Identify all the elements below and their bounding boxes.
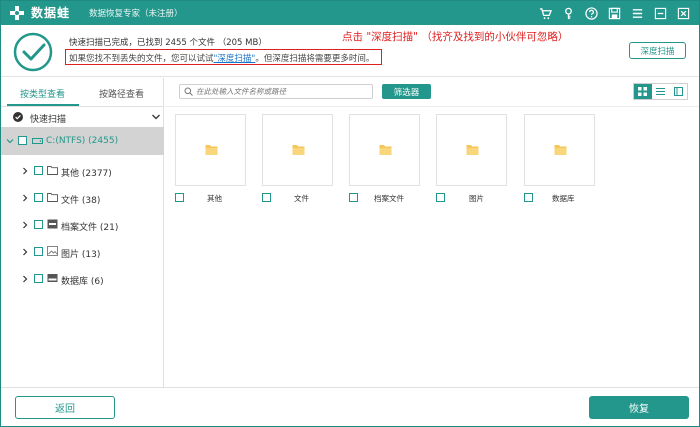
drive-row-c[interactable]: C:(NTFS) (2455) — [1, 127, 164, 155]
divider — [165, 106, 699, 107]
folder-icon — [47, 193, 58, 202]
view-tabs: 按类型查看 按路径查看 — [1, 78, 164, 106]
image-icon — [47, 246, 58, 256]
hint-prefix: 如果您找不到丢失的文件，您可以试试 — [69, 54, 214, 64]
list-view-icon[interactable] — [652, 84, 670, 99]
recover-button[interactable]: 恢复 — [589, 396, 689, 419]
main-panel: 筛选器 其他 文件 档案文件 — [165, 78, 699, 387]
tree-item-other[interactable]: 其他 (2377) — [1, 161, 164, 181]
tree-item-documents[interactable]: 文件 (38) — [1, 188, 164, 208]
file-card-label: 档案文件 — [374, 194, 404, 203]
minimize-icon[interactable] — [650, 3, 670, 23]
folder-icon — [379, 145, 392, 155]
quick-scan-label: 快速扫描 — [30, 115, 67, 125]
file-card-database[interactable] — [524, 114, 595, 186]
chevron-right-icon[interactable] — [21, 248, 29, 256]
footer-bar: 返回 恢复 — [1, 387, 699, 426]
chevron-right-icon[interactable] — [21, 221, 29, 229]
chevron-down-icon[interactable] — [151, 112, 161, 122]
detail-view-icon[interactable] — [669, 84, 687, 99]
chevron-right-icon[interactable] — [21, 194, 29, 202]
app-logo-icon — [10, 6, 24, 20]
filter-button[interactable]: 筛选器 — [382, 84, 431, 99]
check-circle-icon — [13, 112, 23, 122]
drive-label: C:(NTFS) (2455) — [46, 136, 119, 146]
back-button[interactable]: 返回 — [15, 396, 115, 419]
file-card-label: 图片 — [469, 194, 484, 203]
file-card-other[interactable] — [175, 114, 246, 186]
file-card-checkbox[interactable] — [175, 193, 184, 202]
file-card-label: 其他 — [207, 194, 222, 203]
file-card-label: 文件 — [294, 194, 309, 203]
tree-item-images[interactable]: 图片 (13) — [1, 242, 164, 262]
folder-icon — [466, 145, 479, 155]
cart-icon[interactable] — [535, 3, 555, 23]
scan-complete-check-icon — [13, 32, 53, 72]
title-bar: 数据蛙 数据恢复专家（未注册） — [1, 1, 699, 25]
database-icon — [47, 274, 58, 282]
file-card-documents[interactable] — [262, 114, 333, 186]
close-icon[interactable] — [673, 3, 693, 23]
search-input[interactable] — [196, 85, 371, 98]
title-icons — [532, 3, 693, 23]
folder-icon — [47, 166, 58, 175]
file-card-images[interactable] — [436, 114, 507, 186]
tree-item-checkbox[interactable] — [34, 220, 43, 229]
drive-icon — [32, 138, 43, 144]
folder-icon — [292, 145, 305, 155]
tree-item-label: 档案文件 (21) — [61, 223, 119, 233]
file-card-checkbox[interactable] — [524, 193, 533, 202]
scan-result-text: 快速扫描已完成，已找到 2455 个文件 （205 MB） — [69, 38, 267, 48]
tab-by-path[interactable]: 按路径查看 — [99, 87, 144, 100]
tree-item-checkbox[interactable] — [34, 166, 43, 175]
search-icon — [184, 87, 193, 96]
tree-item-archives[interactable]: 档案文件 (21) — [1, 215, 164, 235]
tree-item-label: 其他 (2377) — [61, 169, 112, 179]
search-box[interactable] — [179, 84, 373, 99]
sidebar: 按类型查看 按路径查看 快速扫描 C:(NTFS) (2455) 其他 (237… — [1, 78, 164, 387]
folder-icon — [205, 145, 218, 155]
app-subtitle: 数据恢复专家（未注册） — [89, 9, 183, 19]
app-window: 数据蛙 数据恢复专家（未注册） 快速扫描已完成，已找到 2455 个文件 （20… — [0, 0, 700, 427]
quick-scan-row[interactable]: 快速扫描 — [1, 107, 164, 127]
tree-item-database[interactable]: 数据库 (6) — [1, 269, 164, 289]
tree-item-label: 图片 (13) — [61, 250, 101, 260]
tree-item-label: 文件 (38) — [61, 196, 101, 206]
file-card-checkbox[interactable] — [349, 193, 358, 202]
file-card-label: 数据库 — [552, 194, 575, 203]
chevron-down-icon[interactable] — [6, 137, 14, 145]
file-card-checkbox[interactable] — [436, 193, 445, 202]
key-icon[interactable] — [558, 3, 578, 23]
help-icon[interactable] — [581, 3, 601, 23]
file-card-checkbox[interactable] — [262, 193, 271, 202]
app-name: 数据蛙 — [31, 6, 71, 20]
drive-checkbox[interactable] — [18, 136, 27, 145]
hint-suffix: 。但深度扫描将需要更多时间。 — [255, 54, 375, 64]
deep-scan-button[interactable]: 深度扫描 — [629, 42, 686, 59]
view-mode-switcher — [633, 83, 688, 100]
deep-scan-link[interactable]: "深度扫描" — [214, 54, 256, 64]
save-icon[interactable] — [604, 3, 624, 23]
chevron-right-icon[interactable] — [21, 167, 29, 175]
deep-scan-hint: 如果您找不到丢失的文件，您可以试试"深度扫描"。但深度扫描将需要更多时间。 — [65, 49, 382, 65]
folder-icon — [554, 145, 567, 155]
chevron-right-icon[interactable] — [21, 275, 29, 283]
file-card-archives[interactable] — [349, 114, 420, 186]
tree-item-checkbox[interactable] — [34, 274, 43, 283]
menu-icon[interactable] — [627, 3, 647, 23]
grid-view-icon[interactable] — [634, 84, 652, 99]
archive-icon — [47, 219, 58, 229]
tree-item-checkbox[interactable] — [34, 247, 43, 256]
tree-item-checkbox[interactable] — [34, 193, 43, 202]
tab-by-type[interactable]: 按类型查看 — [20, 87, 65, 100]
scan-status-panel: 快速扫描已完成，已找到 2455 个文件 （205 MB） 如果您找不到丢失的文… — [1, 25, 699, 77]
annotation-text: 点击 "深度扫描" （找齐及找到的小伙伴可忽略） — [342, 31, 569, 43]
tree-item-label: 数据库 (6) — [61, 277, 104, 287]
